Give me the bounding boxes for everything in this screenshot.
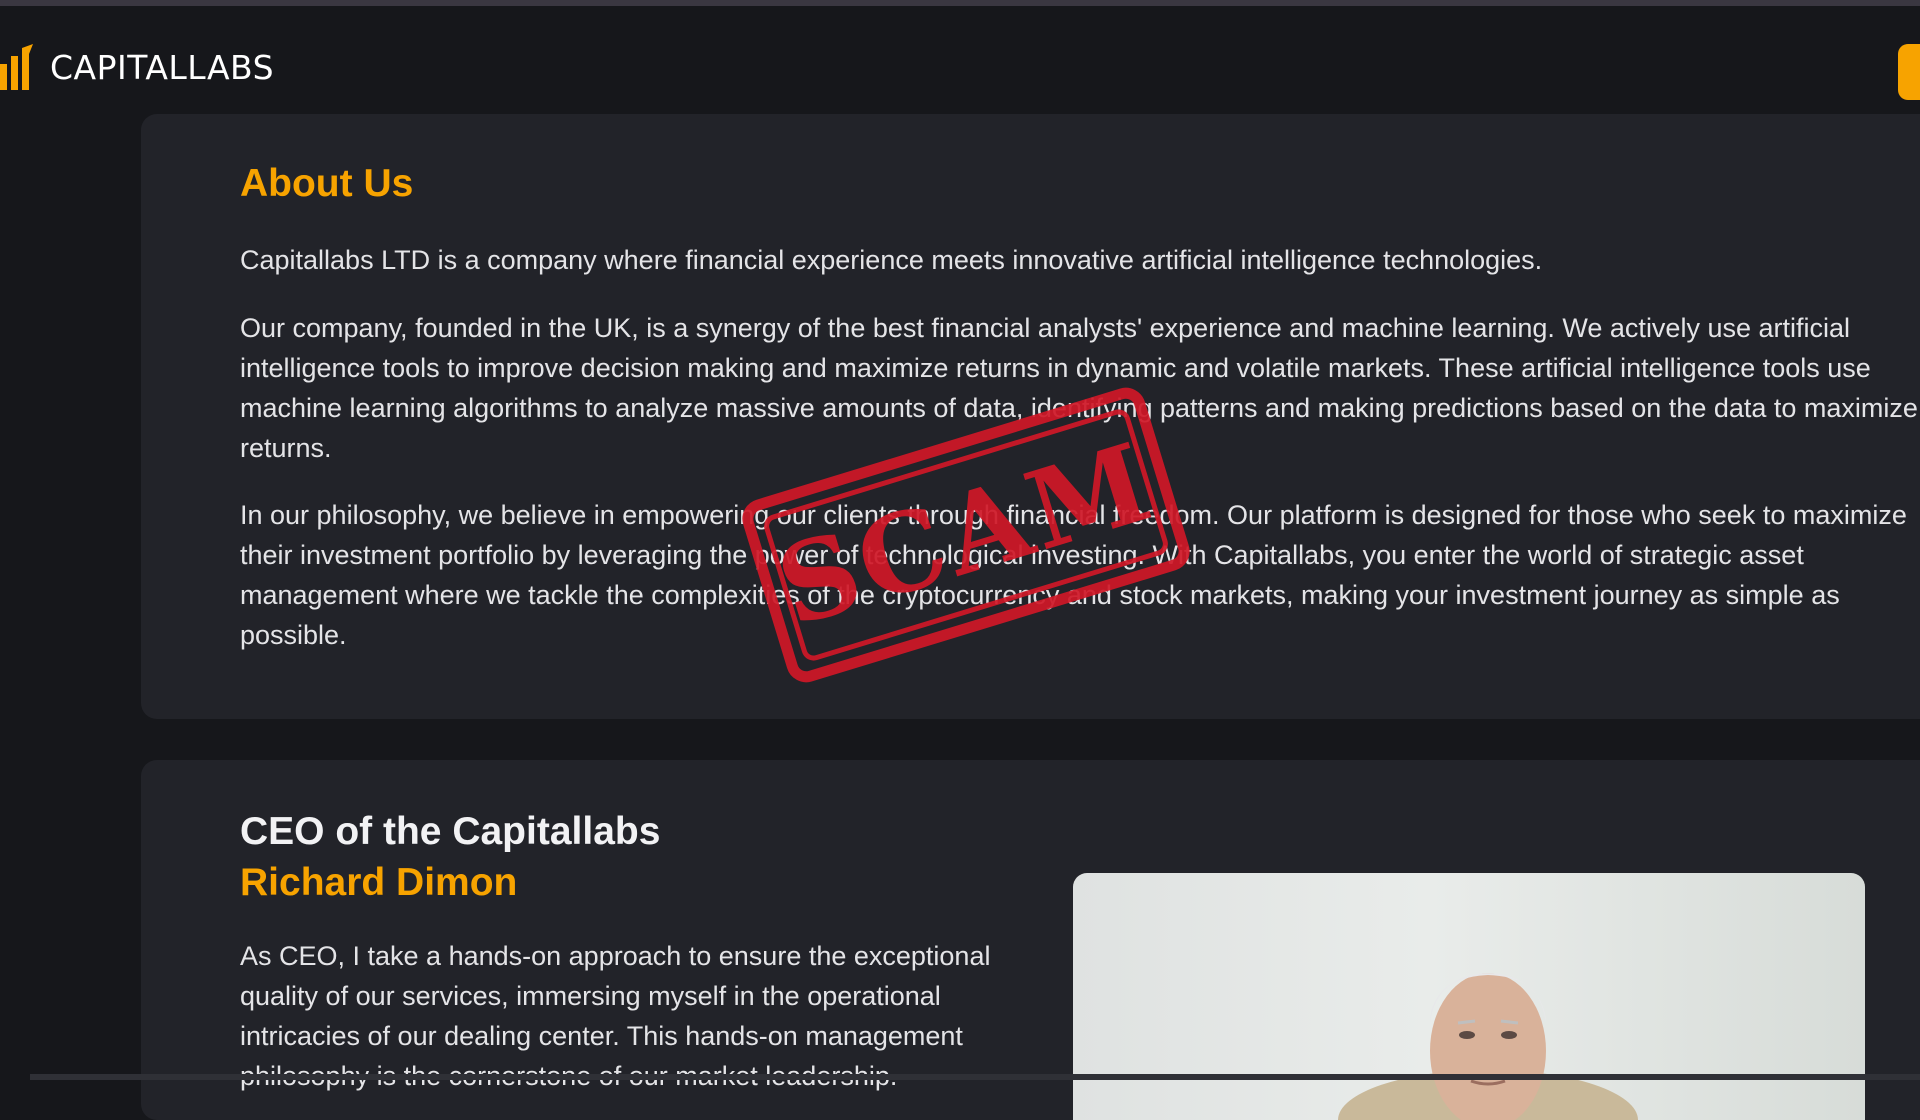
about-title: About Us bbox=[240, 162, 414, 205]
brand-name: CAPITALLABS bbox=[50, 47, 275, 87]
header-action-button[interactable] bbox=[1898, 44, 1920, 100]
ceo-text: As CEO, I take a hands-on approach to en… bbox=[240, 941, 991, 1091]
ceo-portrait-image bbox=[1338, 973, 1638, 1120]
brand-logo[interactable]: CAPITALLABS bbox=[0, 40, 274, 94]
ceo-name: Richard Dimon bbox=[240, 861, 518, 904]
horizontal-scrollbar[interactable] bbox=[30, 1074, 1920, 1080]
ceo-section: CEO of the Capitallabs Richard Dimon As … bbox=[141, 760, 1920, 1120]
site-header: CAPITALLABS bbox=[0, 6, 1920, 108]
bar-chart-logo-icon bbox=[0, 44, 33, 90]
ceo-title: CEO of the Capitallabs bbox=[240, 810, 661, 853]
about-paragraph: Capitallabs LTD is a company where finan… bbox=[240, 245, 1543, 275]
ceo-photo bbox=[1073, 873, 1865, 1120]
